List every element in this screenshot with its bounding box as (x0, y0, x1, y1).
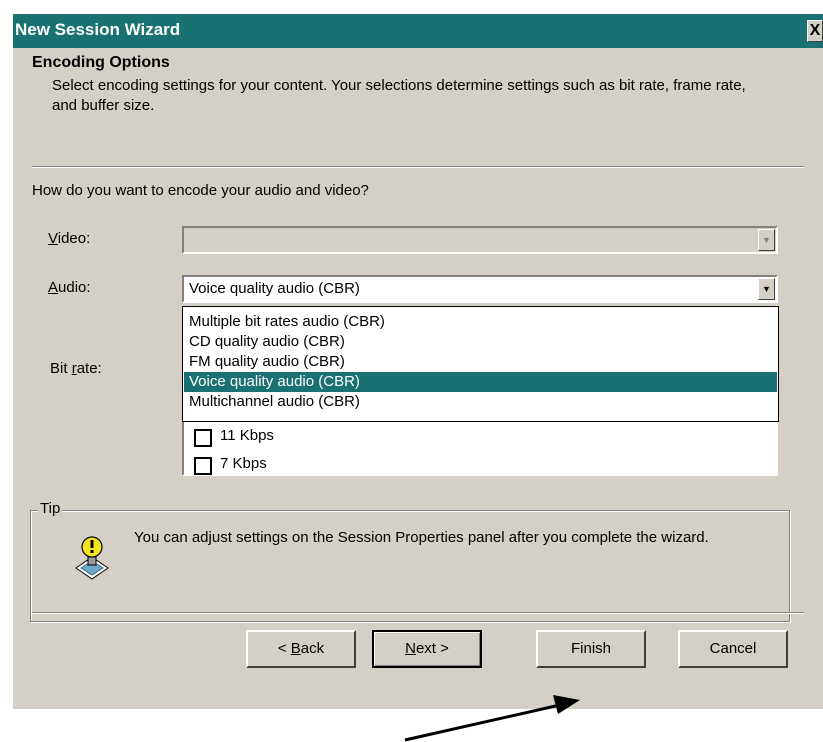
annotation-arrow (404, 695, 580, 742)
